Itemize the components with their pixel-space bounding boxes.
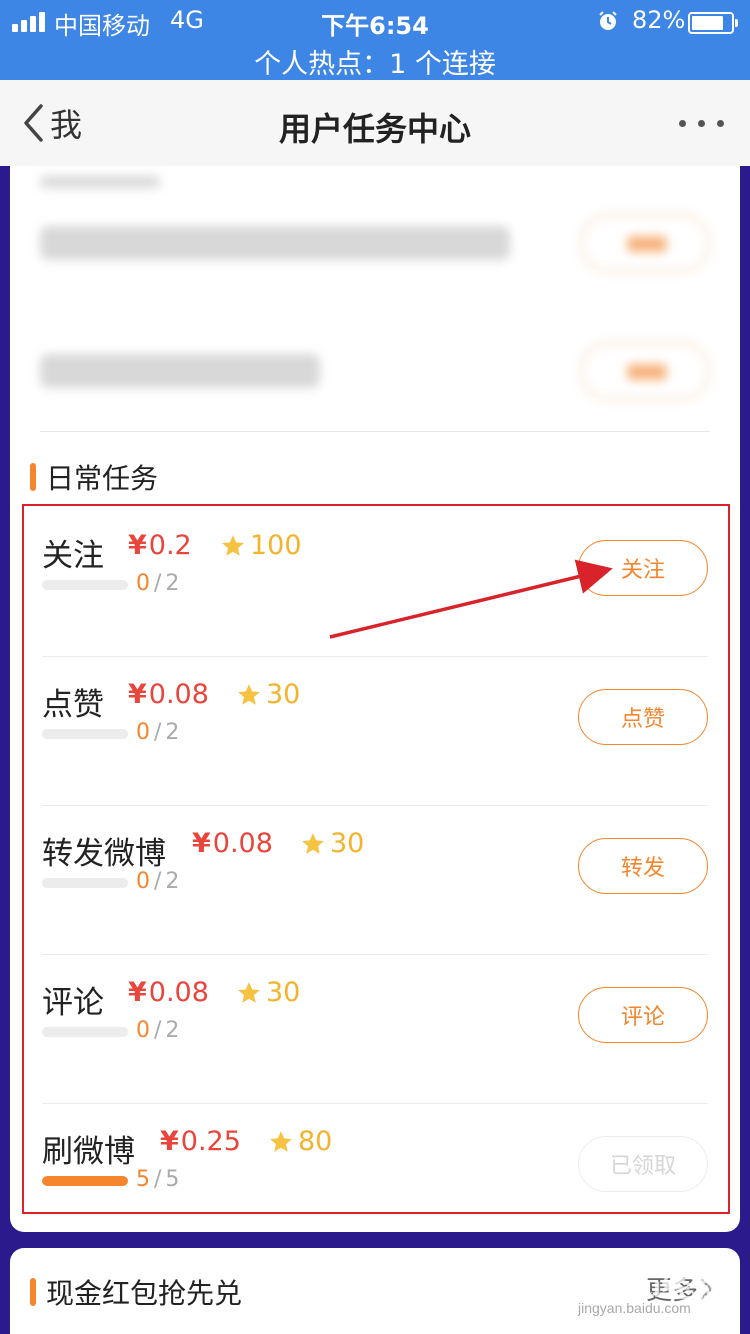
reward-stars: 30: [236, 679, 300, 710]
blurred-task-row: [40, 206, 710, 326]
task-row: 评论 ¥0.08 30 0/2 评论: [42, 955, 708, 1104]
watermark-url: jingyan.baidu.com: [578, 1300, 691, 1316]
progress-count: 0/2: [136, 1018, 180, 1043]
star-value: 30: [266, 977, 301, 1008]
task-row: 转发微博 ¥0.08 30 0/2 转发: [42, 806, 708, 955]
section-marker: [30, 463, 36, 491]
progress-bar: [42, 729, 128, 739]
hotspot-banner[interactable]: 个人热点：1 个连接: [0, 42, 750, 81]
blurred-header: [40, 176, 710, 196]
reward-money: ¥0.25: [160, 1126, 241, 1157]
page-title: 用户任务中心: [278, 110, 471, 148]
star-icon: [302, 832, 324, 854]
star-value: 30: [266, 679, 301, 710]
more-icon[interactable]: [679, 120, 724, 127]
section-title: 日常任务: [46, 462, 159, 495]
battery-icon: [688, 12, 738, 34]
money-value: 0.25: [180, 1126, 241, 1157]
money-value: 0.08: [148, 977, 209, 1008]
reward-stars: 30: [300, 828, 364, 859]
daily-section-header: 日常任务: [30, 457, 158, 497]
star-icon: [270, 1130, 292, 1152]
task-action-button[interactable]: 评论: [578, 987, 708, 1043]
reward-money: ¥0.08: [128, 679, 209, 710]
money-value: 0.08: [148, 679, 209, 710]
task-card: 日常任务 关注 ¥0.2 100 0/2 关注点赞 ¥0.08 30 0/2 点赞转发微博 ¥0.…: [10, 166, 740, 1232]
progress-bar: [42, 1027, 128, 1037]
reward-stars: 30: [236, 977, 300, 1008]
task-name: 评论: [42, 985, 104, 1021]
reward-stars: 100: [220, 530, 302, 561]
progress-count: 0/2: [136, 720, 180, 745]
yen-icon: ¥: [192, 828, 211, 859]
reward-money: ¥0.2: [128, 530, 192, 561]
money-value: 0.2: [148, 530, 192, 561]
section-marker: [30, 1278, 36, 1306]
task-action-button[interactable]: 转发: [578, 838, 708, 894]
reward-money: ¥0.08: [192, 828, 273, 859]
task-action-button[interactable]: 点赞: [578, 689, 708, 745]
star-icon: [238, 683, 260, 705]
section-title: 现金红包抢先兑: [46, 1277, 243, 1310]
task-name: 刷微博: [42, 1134, 135, 1170]
task-action-button[interactable]: 关注: [578, 540, 708, 596]
nav-bar: 我 用户任务中心: [0, 80, 750, 166]
blurred-task-row: [40, 336, 710, 456]
star-value: 80: [298, 1126, 333, 1157]
progress-bar: [42, 1176, 128, 1186]
task-row: 刷微博 ¥0.25 80 5/5 已领取: [42, 1104, 708, 1232]
money-value: 0.08: [212, 828, 273, 859]
task-name: 转发微博: [42, 836, 166, 872]
task-row: 点赞 ¥0.08 30 0/2 点赞: [42, 657, 708, 806]
star-value: 100: [250, 530, 302, 561]
alarm-icon: [599, 11, 617, 30]
task-name: 点赞: [42, 687, 104, 723]
progress-count: 5/5: [136, 1167, 180, 1192]
yen-icon: ¥: [128, 530, 147, 561]
task-row: 关注 ¥0.2 100 0/2 关注: [42, 508, 708, 657]
progress-bar: [42, 580, 128, 590]
task-action-button[interactable]: 已领取: [578, 1136, 708, 1192]
progress-count: 0/2: [136, 869, 180, 894]
star-icon: [238, 981, 260, 1003]
reward-money: ¥0.08: [128, 977, 209, 1008]
yen-icon: ¥: [160, 1126, 179, 1157]
star-icon: [222, 534, 244, 556]
progress-bar: [42, 878, 128, 888]
battery-percent: 82%: [632, 6, 686, 34]
star-value: 30: [330, 828, 365, 859]
reward-stars: 80: [268, 1126, 332, 1157]
task-name: 关注: [42, 538, 104, 574]
progress-count: 0/2: [136, 571, 180, 596]
yen-icon: ¥: [128, 679, 147, 710]
divider: [40, 431, 710, 432]
status-bar: 中国移动 4G 下午6:54 82% 个人热点：1 个连接: [0, 0, 750, 80]
cash-section-header: 现金红包抢先兑: [30, 1272, 242, 1312]
yen-icon: ¥: [128, 977, 147, 1008]
